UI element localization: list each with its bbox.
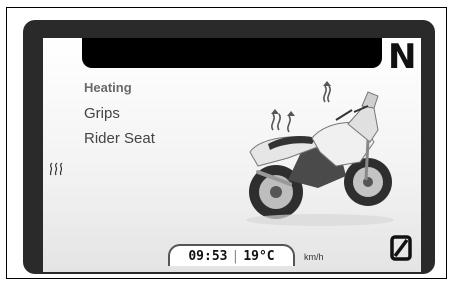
ambient-temperature: 19°C [243, 248, 275, 264]
gear-indicator: N [388, 37, 417, 77]
top-bar [82, 38, 382, 68]
menu-title: Heating [84, 80, 132, 95]
menu-item-rider-seat[interactable]: Rider Seat [84, 130, 155, 147]
speed-unit: km/h [304, 252, 324, 262]
status-bar: 09:53 | 19°C [168, 244, 295, 266]
clock: 09:53 [188, 248, 228, 264]
motorcycle-illustration [246, 81, 394, 226]
menu-item-grips[interactable]: Grips [84, 105, 120, 122]
status-separator: | [231, 248, 240, 264]
speed-digit [390, 235, 412, 261]
heat-waves-icon [49, 162, 63, 176]
